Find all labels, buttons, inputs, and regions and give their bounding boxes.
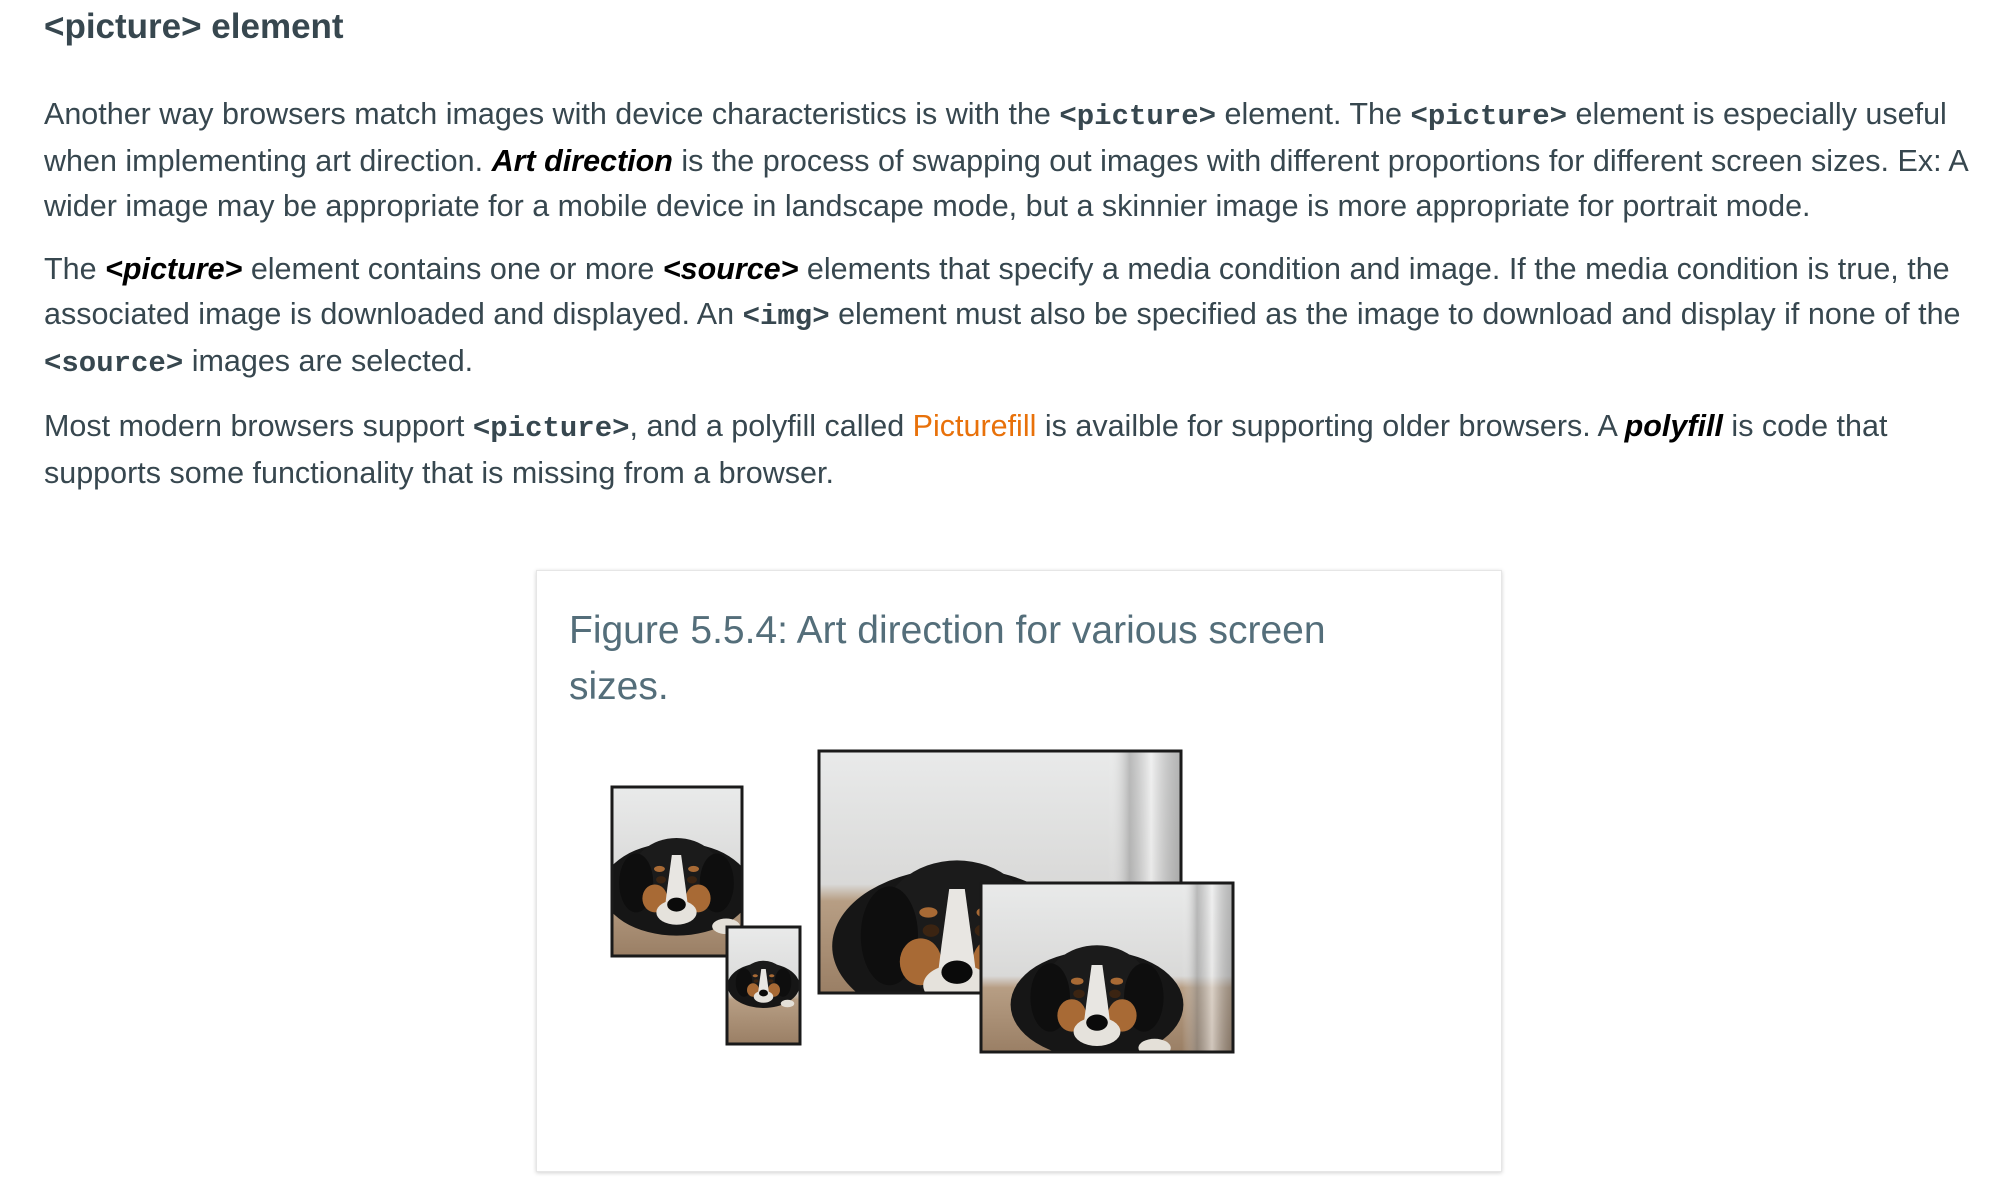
text: Another way browsers match images with d…	[44, 97, 1060, 131]
photo-landscape	[979, 881, 1235, 1054]
term-polyfill: polyfill	[1624, 409, 1723, 443]
photo-small-portrait	[725, 925, 802, 1046]
text: , and a polyfill called	[629, 409, 913, 443]
term-art-direction: Art direction	[491, 144, 673, 178]
code-img: <img>	[742, 300, 830, 333]
dog-photo-icon	[610, 749, 1235, 1054]
code-picture: <picture>	[472, 412, 630, 445]
code-picture: <picture>	[1410, 100, 1568, 133]
text: is availble for supporting older browser…	[1036, 409, 1625, 443]
paragraph-picture-source: The <picture> element contains one or mo…	[44, 247, 1984, 386]
text: Most modern browsers support	[44, 409, 473, 443]
text: element. The	[1216, 97, 1411, 131]
paragraph-art-direction: Another way browsers match images with d…	[44, 92, 1984, 229]
text: element contains one or more	[242, 252, 663, 286]
text: images are selected.	[183, 344, 474, 378]
article-content: <picture> element Another way browsers m…	[44, 0, 1984, 514]
term-source: <source>	[662, 252, 799, 286]
text: The	[44, 252, 106, 286]
code-picture: <picture>	[1059, 100, 1217, 133]
term-picture: <picture>	[105, 252, 243, 286]
paragraph-polyfill: Most modern browsers support <picture>, …	[44, 404, 1984, 496]
text: element must also be specified as the im…	[829, 297, 1961, 331]
code-source: <source>	[44, 347, 184, 380]
section-heading: <picture> element	[44, 7, 344, 46]
figure-art-direction: Figure 5.5.4: Art direction for various …	[536, 570, 1502, 1172]
picturefill-link[interactable]: Picturefill	[913, 409, 1037, 443]
